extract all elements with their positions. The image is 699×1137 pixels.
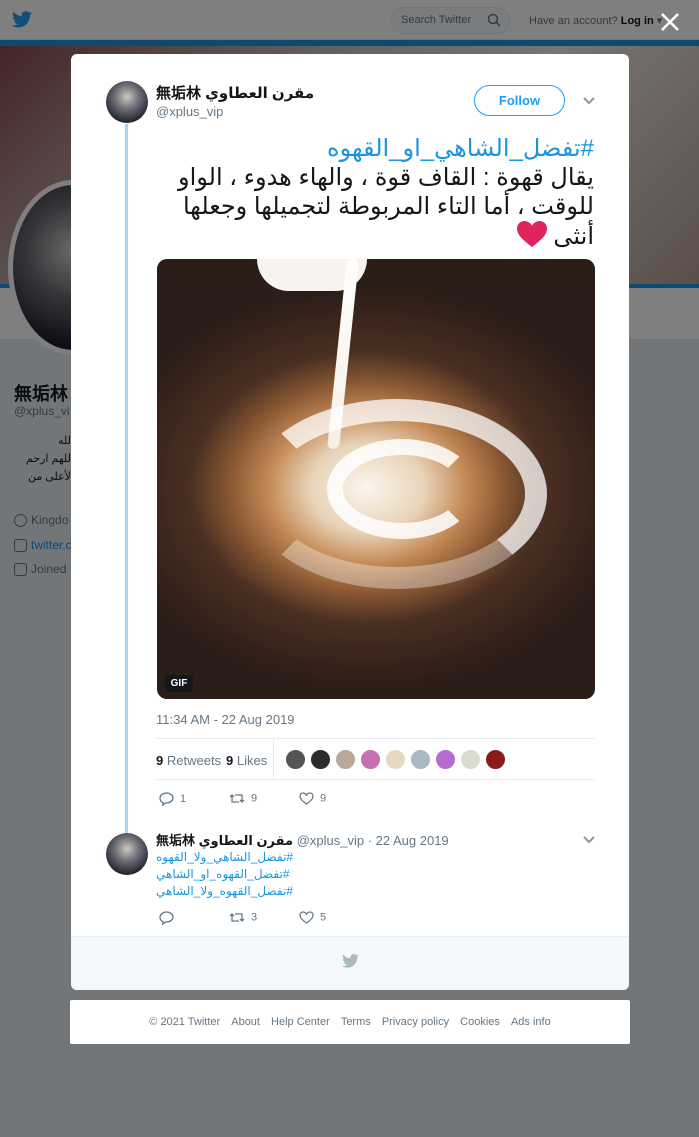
close-icon[interactable] bbox=[656, 8, 684, 36]
retweets-stat[interactable]: 9 Retweets bbox=[156, 753, 221, 768]
liker-avatar[interactable] bbox=[435, 749, 456, 770]
liker-avatar[interactable] bbox=[460, 749, 481, 770]
tweet-author-name[interactable]: 無垢林 مقرن العطاوي bbox=[156, 82, 314, 103]
retweet-button[interactable]: 9 bbox=[229, 792, 257, 805]
footer-link-ads[interactable]: Ads info bbox=[511, 1016, 551, 1028]
reply-icon bbox=[159, 792, 174, 807]
retweets-label: Retweets bbox=[166, 753, 222, 768]
retweet-button[interactable]: 3 bbox=[229, 911, 257, 924]
retweets-count: 9 bbox=[156, 753, 164, 768]
gif-badge: GIF bbox=[165, 675, 193, 692]
liker-avatar[interactable] bbox=[385, 749, 406, 770]
tweet-author-handle[interactable]: @xplus_vip bbox=[156, 104, 223, 119]
reply-author-handle[interactable]: @xplus_vip bbox=[297, 833, 364, 848]
like-button[interactable]: 5 bbox=[299, 911, 326, 924]
hashtag-link[interactable]: #تفضل_القهوه_او_الشاهي bbox=[156, 866, 293, 883]
liker-avatar[interactable] bbox=[285, 749, 306, 770]
liker-avatar[interactable] bbox=[335, 749, 356, 770]
retweet-count: 9 bbox=[251, 792, 258, 805]
hashtag-link[interactable]: #تفضل_الشاهي_ولا_القهوه bbox=[156, 849, 293, 866]
twitter-logo-icon bbox=[342, 954, 359, 968]
reply-button[interactable] bbox=[159, 911, 180, 926]
avatar[interactable] bbox=[106, 833, 148, 875]
footer-link-cookies[interactable]: Cookies bbox=[460, 1016, 500, 1028]
avatar[interactable] bbox=[106, 81, 148, 123]
reply-header: 無垢林 مقرن العطاوي @xplus_vip · 22 Aug 201… bbox=[156, 830, 449, 849]
liker-avatar[interactable] bbox=[485, 749, 506, 770]
retweet-count: 3 bbox=[251, 911, 258, 924]
stats-divider bbox=[273, 739, 274, 780]
heart-icon bbox=[299, 792, 314, 805]
like-button[interactable]: 9 bbox=[299, 792, 326, 805]
reply-date[interactable]: · 22 Aug 2019 bbox=[368, 833, 449, 848]
chevron-down-icon[interactable] bbox=[582, 96, 596, 106]
reply-text: #تفضل_الشاهي_ولا_القهوه #تفضل_القهوه_او_… bbox=[156, 849, 293, 900]
hashtag-link[interactable]: #تفضل_القهوه_ولا_الشاهي bbox=[156, 883, 293, 900]
retweet-icon bbox=[229, 794, 245, 803]
footer-link-terms[interactable]: Terms bbox=[341, 1016, 371, 1028]
hashtag-link[interactable]: #تفضل_الشاهي_او_القهوه bbox=[156, 134, 594, 163]
chevron-down-icon[interactable] bbox=[582, 835, 596, 845]
page-footer: © 2021 Twitter About Help Center Terms P… bbox=[70, 1000, 630, 1044]
footer-link-about[interactable]: About bbox=[231, 1016, 260, 1028]
likes-stat[interactable]: 9 Likes bbox=[226, 753, 267, 768]
liker-avatar[interactable] bbox=[410, 749, 431, 770]
likes-count: 9 bbox=[226, 753, 234, 768]
tweet-permalink-modal: 無垢林 مقرن العطاوي @xplus_vip Follow #تفضل… bbox=[71, 54, 629, 990]
like-count: 5 bbox=[320, 911, 327, 924]
tweet-timestamp[interactable]: 11:34 AM - 22 Aug 2019 bbox=[156, 712, 295, 727]
reply-count: 1 bbox=[180, 792, 187, 805]
like-count: 9 bbox=[320, 792, 327, 805]
follow-button[interactable]: Follow bbox=[474, 85, 565, 116]
thread-connector-line bbox=[125, 124, 128, 854]
reply-icon bbox=[159, 911, 174, 926]
heart-icon bbox=[299, 911, 314, 924]
footer-link-help[interactable]: Help Center bbox=[271, 1016, 330, 1028]
tweet-text: #تفضل_الشاهي_او_القهوه يقال قهوة : القاف… bbox=[156, 134, 594, 251]
tweet-gif-media[interactable]: GIF bbox=[157, 259, 595, 699]
likes-label: Likes bbox=[236, 753, 268, 768]
heart-emoji-icon bbox=[516, 221, 547, 247]
reply-button[interactable]: 1 bbox=[159, 792, 187, 807]
reply-author-name[interactable]: 無垢林 مقرن العطاوي bbox=[156, 833, 293, 848]
liker-avatar[interactable] bbox=[360, 749, 381, 770]
retweet-icon bbox=[229, 913, 245, 922]
copyright-text: © 2021 Twitter bbox=[149, 1016, 221, 1028]
tweet-stats: 9 Retweets 9 Likes bbox=[156, 738, 595, 780]
liker-avatar[interactable] bbox=[310, 749, 331, 770]
latte-art-inner bbox=[327, 439, 477, 539]
footer-link-privacy[interactable]: Privacy policy bbox=[382, 1016, 449, 1028]
modal-footer bbox=[71, 936, 629, 990]
